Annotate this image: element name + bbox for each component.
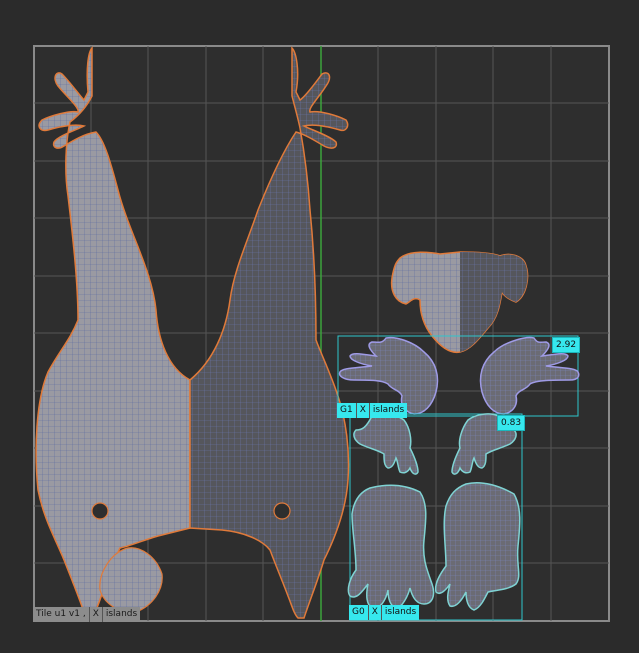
group-g1-x-button[interactable]: X (356, 403, 370, 418)
group-g1-tag[interactable]: G1 X islands (337, 403, 408, 418)
tile-islands-label: islands (102, 607, 141, 622)
uv-canvas[interactable] (0, 0, 639, 653)
group-g1-id: G1 (337, 403, 357, 418)
group-g1-islands-label: islands (369, 403, 408, 418)
group-g0-islands-label: islands (381, 605, 420, 620)
group-g0-id: G0 (349, 605, 369, 620)
group-g0-value-badge: 0.83 (497, 415, 526, 431)
tile-label: Tile u1 v1 , (33, 607, 90, 622)
group-g0-x-button[interactable]: X (368, 605, 382, 620)
group-g1-value-badge: 2.92 (552, 337, 581, 353)
tile-status-tag[interactable]: Tile u1 v1 , X islands (33, 607, 141, 622)
tile-x-button[interactable]: X (89, 607, 103, 622)
group-g0-tag[interactable]: G0 X islands (349, 605, 420, 620)
uv-editor-viewport[interactable]: 2.92 G1 X islands 0.83 G0 X islands Tile… (0, 0, 639, 653)
